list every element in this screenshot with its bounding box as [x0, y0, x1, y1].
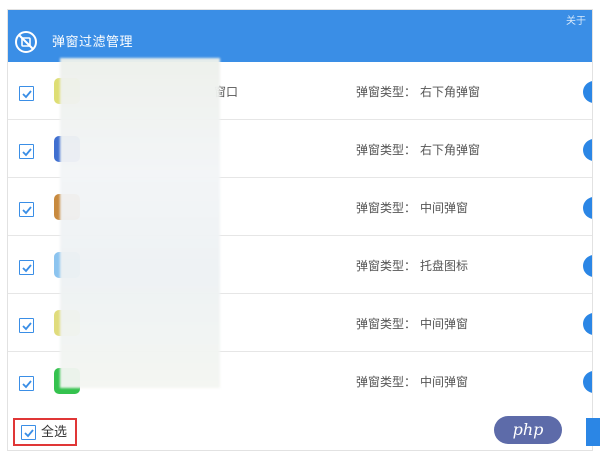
- privacy-blur: [60, 58, 220, 388]
- popup-type-value: 中间弹窗: [420, 317, 469, 331]
- popup-type-value: 托盘图标: [420, 259, 469, 273]
- toggle-switch[interactable]: [583, 139, 592, 161]
- select-all-control[interactable]: 全选: [13, 418, 77, 446]
- check-icon: [22, 206, 32, 215]
- check-icon: [22, 148, 32, 157]
- popup-type-label: 弹窗类型：: [356, 259, 417, 273]
- check-icon: [22, 322, 32, 331]
- popup-filter-window: 弹窗过滤管理 关于 窗口 弹窗类型： 右下角弹窗 弹窗类型： 右下角弹窗 弹窗类…: [8, 10, 592, 450]
- check-icon: [22, 380, 32, 389]
- title-bar: 弹窗过滤管理 关于: [8, 10, 592, 62]
- about-link[interactable]: 关于: [566, 12, 586, 27]
- select-all-checkbox[interactable]: [21, 425, 36, 440]
- row-checkbox[interactable]: [19, 318, 34, 333]
- check-icon: [22, 90, 32, 99]
- window-title: 弹窗过滤管理: [52, 35, 134, 50]
- row-checkbox[interactable]: [19, 376, 34, 391]
- toggle-switch[interactable]: [583, 81, 592, 103]
- toggle-switch[interactable]: [583, 197, 592, 219]
- popup-type-value: 中间弹窗: [420, 201, 469, 215]
- popup-type-label: 弹窗类型：: [356, 201, 417, 215]
- row-checkbox[interactable]: [19, 202, 34, 217]
- php-watermark: php: [494, 416, 562, 444]
- popup-type-label: 弹窗类型：: [356, 85, 417, 99]
- block-icon: [14, 30, 38, 54]
- toggle-switch[interactable]: [583, 313, 592, 335]
- popup-type-label: 弹窗类型：: [356, 317, 417, 331]
- select-all-label: 全选: [41, 425, 68, 440]
- bottom-action-button[interactable]: [586, 418, 600, 446]
- toggle-switch[interactable]: [583, 371, 592, 393]
- row-checkbox[interactable]: [19, 144, 34, 159]
- popup-type-label: 弹窗类型：: [356, 375, 417, 389]
- row-checkbox[interactable]: [19, 86, 34, 101]
- popup-type-label: 弹窗类型：: [356, 143, 417, 157]
- popup-type-value: 右下角弹窗: [420, 85, 481, 99]
- popup-type-value: 右下角弹窗: [420, 143, 481, 157]
- check-icon: [24, 429, 34, 438]
- row-checkbox[interactable]: [19, 260, 34, 275]
- toggle-switch[interactable]: [583, 255, 592, 277]
- popup-type-value: 中间弹窗: [420, 375, 469, 389]
- check-icon: [22, 264, 32, 273]
